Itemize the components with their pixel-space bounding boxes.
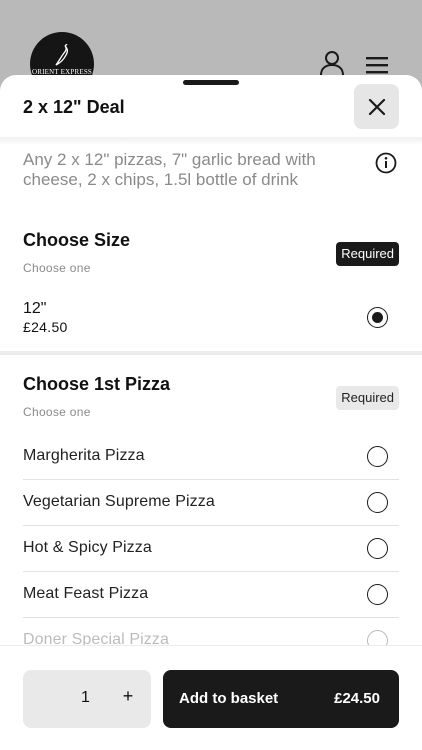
sheet-grabber[interactable] [183, 80, 239, 85]
size-option-radio[interactable] [367, 307, 388, 328]
chili-icon [55, 44, 69, 66]
increment-button[interactable]: + [118, 686, 138, 710]
close-icon [368, 98, 385, 115]
pizza-option-radio[interactable] [367, 538, 388, 559]
pizza-option-label: Hot & Spicy Pizza [23, 539, 152, 556]
pizza-option-label: Margherita Pizza [23, 447, 145, 464]
pizza-option-vegetarian-supreme[interactable]: Vegetarian Supreme Pizza [23, 480, 399, 526]
size-required-badge: Required [336, 242, 399, 266]
user-icon[interactable] [319, 50, 345, 76]
size-option-price: £24.50 [23, 319, 68, 335]
pizza-option-radio[interactable] [367, 446, 388, 467]
size-option-name: 12" [23, 300, 47, 317]
quantity-stepper[interactable]: 1 + [23, 670, 151, 728]
modal-title: 2 x 12" Deal [23, 97, 125, 117]
section-divider [0, 351, 422, 355]
hamburger-menu-icon[interactable] [365, 56, 389, 76]
add-to-basket-label: Add to basket [179, 690, 279, 707]
deal-description: Any 2 x 12" pizzas, 7" garlic bread with… [23, 150, 316, 189]
deal-modal-sheet: 2 x 12" Deal Any 2 x 12" pizzas, 7" garl… [0, 75, 422, 750]
add-to-basket-button[interactable]: Add to basket £24.50 [163, 670, 399, 728]
header-divider [0, 137, 422, 145]
info-icon[interactable] [375, 152, 397, 174]
pizza-option-label: Meat Feast Pizza [23, 585, 149, 602]
pizza-section-subtitle: Choose one [23, 405, 91, 419]
pizza-option-margherita[interactable]: Margherita Pizza [23, 434, 399, 480]
pizza-required-badge: Required [336, 386, 399, 410]
pizza-section-title: Choose 1st Pizza [23, 374, 171, 394]
pizza-option-radio[interactable] [367, 492, 388, 513]
add-to-basket-price: £24.50 [334, 690, 380, 707]
close-button[interactable] [354, 84, 399, 129]
pizza-option-radio[interactable] [367, 584, 388, 605]
footer-bar: 1 + Add to basket £24.50 [0, 645, 422, 750]
pizza-option-meat-feast[interactable]: Meat Feast Pizza [23, 572, 399, 618]
quantity-value: 1 [81, 689, 90, 706]
pizza-option-label: Vegetarian Supreme Pizza [23, 493, 215, 510]
pizza-option-hot-spicy[interactable]: Hot & Spicy Pizza [23, 526, 399, 572]
size-section-title: Choose Size [23, 230, 131, 250]
size-section-subtitle: Choose one [23, 261, 91, 275]
